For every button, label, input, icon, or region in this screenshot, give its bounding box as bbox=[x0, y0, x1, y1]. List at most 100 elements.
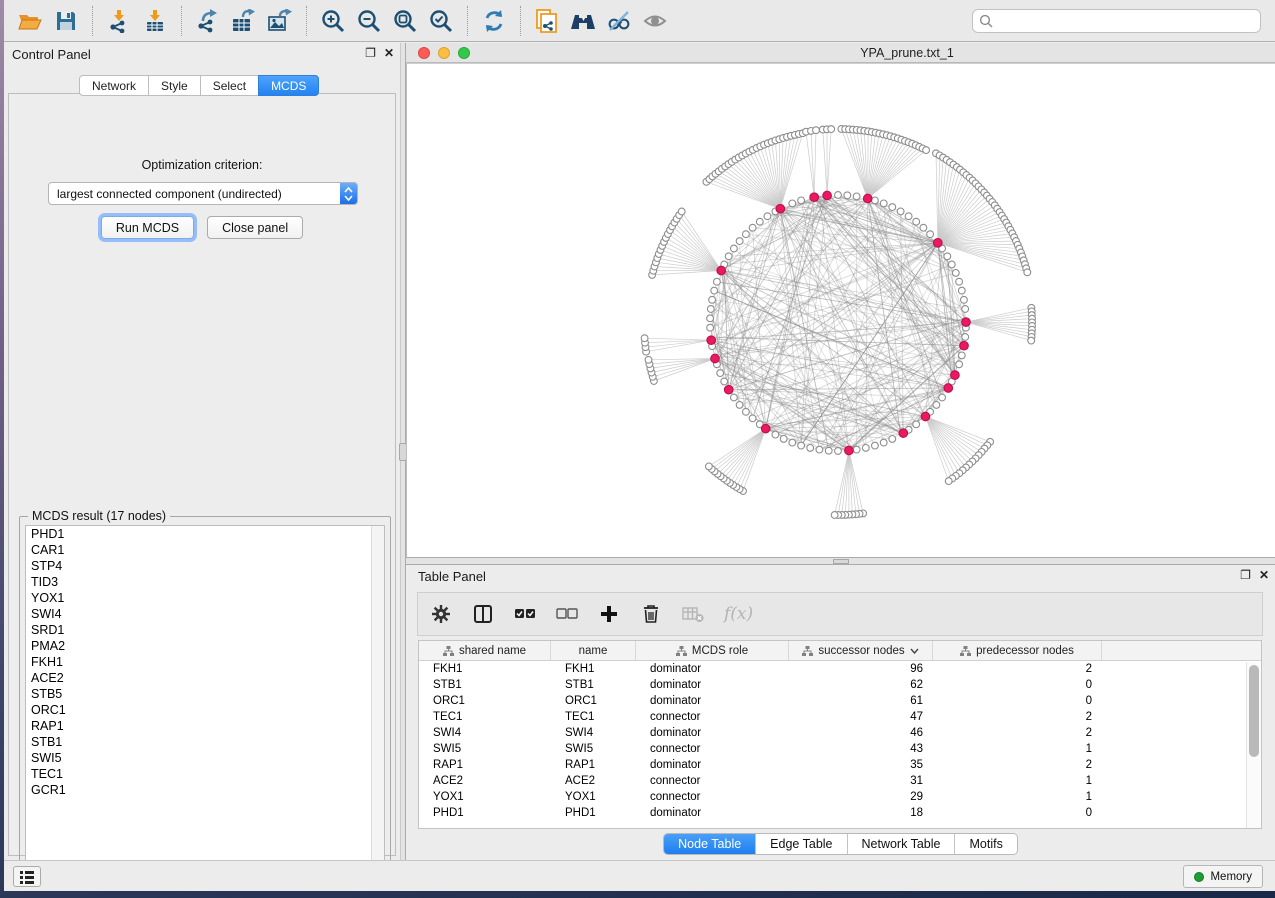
cytoscape-window: Control Panel ❐ ✕ Network Style Select M… bbox=[4, 0, 1275, 891]
node-table[interactable]: shared namenameMCDS rolesuccessor nodesp… bbox=[418, 640, 1262, 829]
tab-network-table[interactable]: Network Table bbox=[848, 834, 956, 854]
mcds-list-scrollbar[interactable] bbox=[371, 526, 384, 881]
mcds-result-item[interactable]: STP4 bbox=[26, 558, 384, 574]
table-cell: ACE2 bbox=[419, 773, 551, 789]
column-header[interactable]: MCDS role bbox=[636, 641, 789, 660]
mcds-result-item[interactable]: SRD1 bbox=[26, 622, 384, 638]
save-session-icon[interactable] bbox=[51, 6, 81, 36]
mcds-result-item[interactable]: TID3 bbox=[26, 574, 384, 590]
mcds-result-list[interactable]: PHD1CAR1STP4TID3YOX1SWI4SRD1PMA2FKH1ACE2… bbox=[25, 525, 385, 882]
horizontal-splitter[interactable] bbox=[406, 557, 1275, 565]
mcds-result-item[interactable]: SWI4 bbox=[26, 606, 384, 622]
close-panel-icon[interactable]: ✕ bbox=[384, 47, 394, 59]
add-column-icon[interactable] bbox=[598, 603, 620, 625]
export-network-icon[interactable] bbox=[193, 6, 223, 36]
memory-label: Memory bbox=[1210, 871, 1252, 883]
table-cell: 29 bbox=[789, 789, 933, 805]
float-table-panel-icon[interactable]: ❐ bbox=[1240, 569, 1251, 581]
mcds-result-item[interactable]: SWI5 bbox=[26, 750, 384, 766]
table-cell: RAP1 bbox=[551, 757, 636, 773]
mcds-result-title: MCDS result (17 nodes) bbox=[28, 509, 170, 523]
gear-icon[interactable] bbox=[430, 603, 452, 625]
column-header-filler bbox=[1102, 641, 1261, 660]
mcds-result-item[interactable]: YOX1 bbox=[26, 590, 384, 606]
table-row[interactable]: FKH1FKH1dominator962 bbox=[419, 661, 1261, 677]
mcds-result-item[interactable]: GCR1 bbox=[26, 782, 384, 798]
task-history-button[interactable] bbox=[13, 866, 41, 887]
table-cell: 0 bbox=[933, 677, 1102, 693]
split-columns-icon[interactable] bbox=[472, 603, 494, 625]
show-eye-icon[interactable] bbox=[640, 6, 670, 36]
mcds-result-item[interactable]: ORC1 bbox=[26, 702, 384, 718]
tab-node-table[interactable]: Node Table bbox=[664, 834, 756, 854]
select-all-columns-icon[interactable] bbox=[514, 603, 536, 625]
run-mcds-button[interactable]: Run MCDS bbox=[101, 216, 194, 239]
close-table-panel-icon[interactable]: ✕ bbox=[1259, 569, 1269, 581]
mcds-result-item[interactable]: STB1 bbox=[26, 734, 384, 750]
delete-column-trash-icon[interactable] bbox=[640, 603, 662, 625]
window-close-icon[interactable] bbox=[418, 47, 430, 59]
table-scrollbar-thumb[interactable] bbox=[1249, 665, 1259, 757]
table-cell: dominator bbox=[636, 677, 789, 693]
tab-mcds[interactable]: MCDS bbox=[258, 75, 319, 96]
network-canvas[interactable] bbox=[406, 63, 1275, 557]
open-session-icon[interactable] bbox=[15, 6, 45, 36]
memory-button[interactable]: Memory bbox=[1183, 865, 1263, 888]
column-header[interactable]: shared name bbox=[419, 641, 551, 660]
table-cell: TEC1 bbox=[551, 709, 636, 725]
table-row[interactable]: YOX1YOX1connector291 bbox=[419, 789, 1261, 805]
table-row[interactable]: SWI5SWI5connector431 bbox=[419, 741, 1261, 757]
close-panel-button[interactable]: Close panel bbox=[207, 216, 303, 239]
mcds-result-item[interactable]: PMA2 bbox=[26, 638, 384, 654]
tab-select[interactable]: Select bbox=[200, 75, 258, 96]
criterion-select[interactable]: largest connected component (undirected) bbox=[48, 182, 358, 205]
export-image-icon[interactable] bbox=[265, 6, 295, 36]
horizontal-splitter-grip[interactable] bbox=[833, 559, 849, 564]
tab-motifs[interactable]: Motifs bbox=[955, 834, 1016, 854]
zoom-out-icon[interactable] bbox=[354, 6, 384, 36]
zoom-fit-icon[interactable] bbox=[390, 6, 420, 36]
table-cell: YOX1 bbox=[551, 789, 636, 805]
mcds-result-item[interactable]: ACE2 bbox=[26, 670, 384, 686]
unselect-all-columns-icon[interactable] bbox=[556, 603, 578, 625]
table-row[interactable]: TEC1TEC1connector472 bbox=[419, 709, 1261, 725]
list-icon bbox=[19, 870, 35, 884]
optimization-criterion-label: Optimization criterion: bbox=[9, 158, 395, 172]
table-scrollbar[interactable] bbox=[1246, 662, 1261, 828]
mcds-result-item[interactable]: STB5 bbox=[26, 686, 384, 702]
column-header[interactable]: name bbox=[551, 641, 636, 660]
mcds-result-item[interactable]: FKH1 bbox=[26, 654, 384, 670]
table-row[interactable]: RAP1RAP1dominator352 bbox=[419, 757, 1261, 773]
network-search-binoculars-icon[interactable] bbox=[568, 6, 598, 36]
mcds-result-item[interactable]: PHD1 bbox=[26, 526, 384, 542]
import-table-icon[interactable] bbox=[140, 6, 170, 36]
float-panel-icon[interactable]: ❐ bbox=[365, 47, 376, 59]
zoom-in-icon[interactable] bbox=[318, 6, 348, 36]
window-minimize-icon[interactable] bbox=[438, 47, 450, 59]
zoom-selected-icon[interactable] bbox=[426, 6, 456, 36]
search-input[interactable] bbox=[998, 14, 1254, 28]
tab-edge-table[interactable]: Edge Table bbox=[756, 834, 847, 854]
table-row[interactable]: STB1STB1dominator620 bbox=[419, 677, 1261, 693]
global-search-field[interactable] bbox=[972, 9, 1261, 33]
refresh-icon[interactable] bbox=[479, 6, 509, 36]
mcds-result-item[interactable]: TEC1 bbox=[26, 766, 384, 782]
column-header[interactable]: successor nodes bbox=[789, 641, 933, 660]
tab-network[interactable]: Network bbox=[79, 75, 148, 96]
mcds-result-item[interactable]: RAP1 bbox=[26, 718, 384, 734]
table-cell: 43 bbox=[789, 741, 933, 757]
export-table-icon[interactable] bbox=[229, 6, 259, 36]
share-document-icon[interactable] bbox=[532, 6, 562, 36]
network-graph[interactable] bbox=[407, 64, 1275, 557]
tab-style[interactable]: Style bbox=[148, 75, 200, 96]
table-cell: dominator bbox=[636, 757, 789, 773]
column-header[interactable]: predecessor nodes bbox=[933, 641, 1102, 660]
table-row[interactable]: ORC1ORC1dominator610 bbox=[419, 693, 1261, 709]
window-maximize-icon[interactable] bbox=[458, 47, 470, 59]
table-row[interactable]: SWI4SWI4dominator462 bbox=[419, 725, 1261, 741]
mcds-result-item[interactable]: CAR1 bbox=[26, 542, 384, 558]
table-row[interactable]: ACE2ACE2connector311 bbox=[419, 773, 1261, 789]
table-row[interactable]: PHD1PHD1dominator180 bbox=[419, 805, 1261, 821]
import-network-icon[interactable] bbox=[104, 6, 134, 36]
hide-glasses-icon[interactable] bbox=[604, 6, 634, 36]
